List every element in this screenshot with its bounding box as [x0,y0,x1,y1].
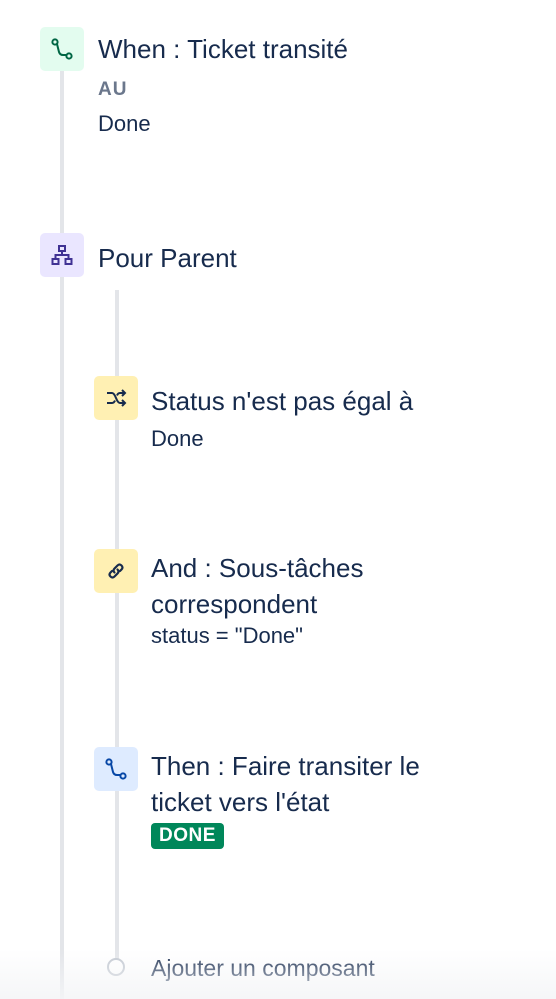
status-lozenge: DONE [151,823,224,849]
main-connector-line [60,68,64,999]
shuffle-icon [107,389,127,407]
trigger-title[interactable]: When : Ticket transité [98,31,348,67]
link-icon [108,563,124,579]
action-transition-icon[interactable] [94,747,138,791]
action-title-line2[interactable]: ticket vers l'état [151,784,329,820]
transition-icon [105,758,127,780]
condition-title[interactable]: Status n'est pas égal à [151,383,413,419]
add-component-dot[interactable] [107,958,125,976]
transition-icon [51,38,73,60]
related-condition-link-icon[interactable] [94,549,138,593]
trigger-status-value: Done [98,111,151,136]
branch-hierarchy-icon[interactable] [40,233,84,277]
condition-value: Done [151,426,204,451]
related-condition-value: status = "Done" [151,623,303,648]
trigger-transition-icon[interactable] [40,27,84,71]
rule-builder-canvas: When : Ticket transité AU Done Pour Pare… [0,0,556,999]
action-title-line1[interactable]: Then : Faire transiter le [151,748,420,784]
related-condition-title-line2[interactable]: correspondent [151,586,317,622]
add-component-button[interactable]: Ajouter un composant [151,953,375,983]
hierarchy-icon [51,245,73,265]
branch-title[interactable]: Pour Parent [98,240,237,276]
condition-shuffle-icon[interactable] [94,376,138,420]
related-condition-title-line1[interactable]: And : Sous-tâches [151,550,363,586]
trigger-status-label: AU [98,79,128,100]
